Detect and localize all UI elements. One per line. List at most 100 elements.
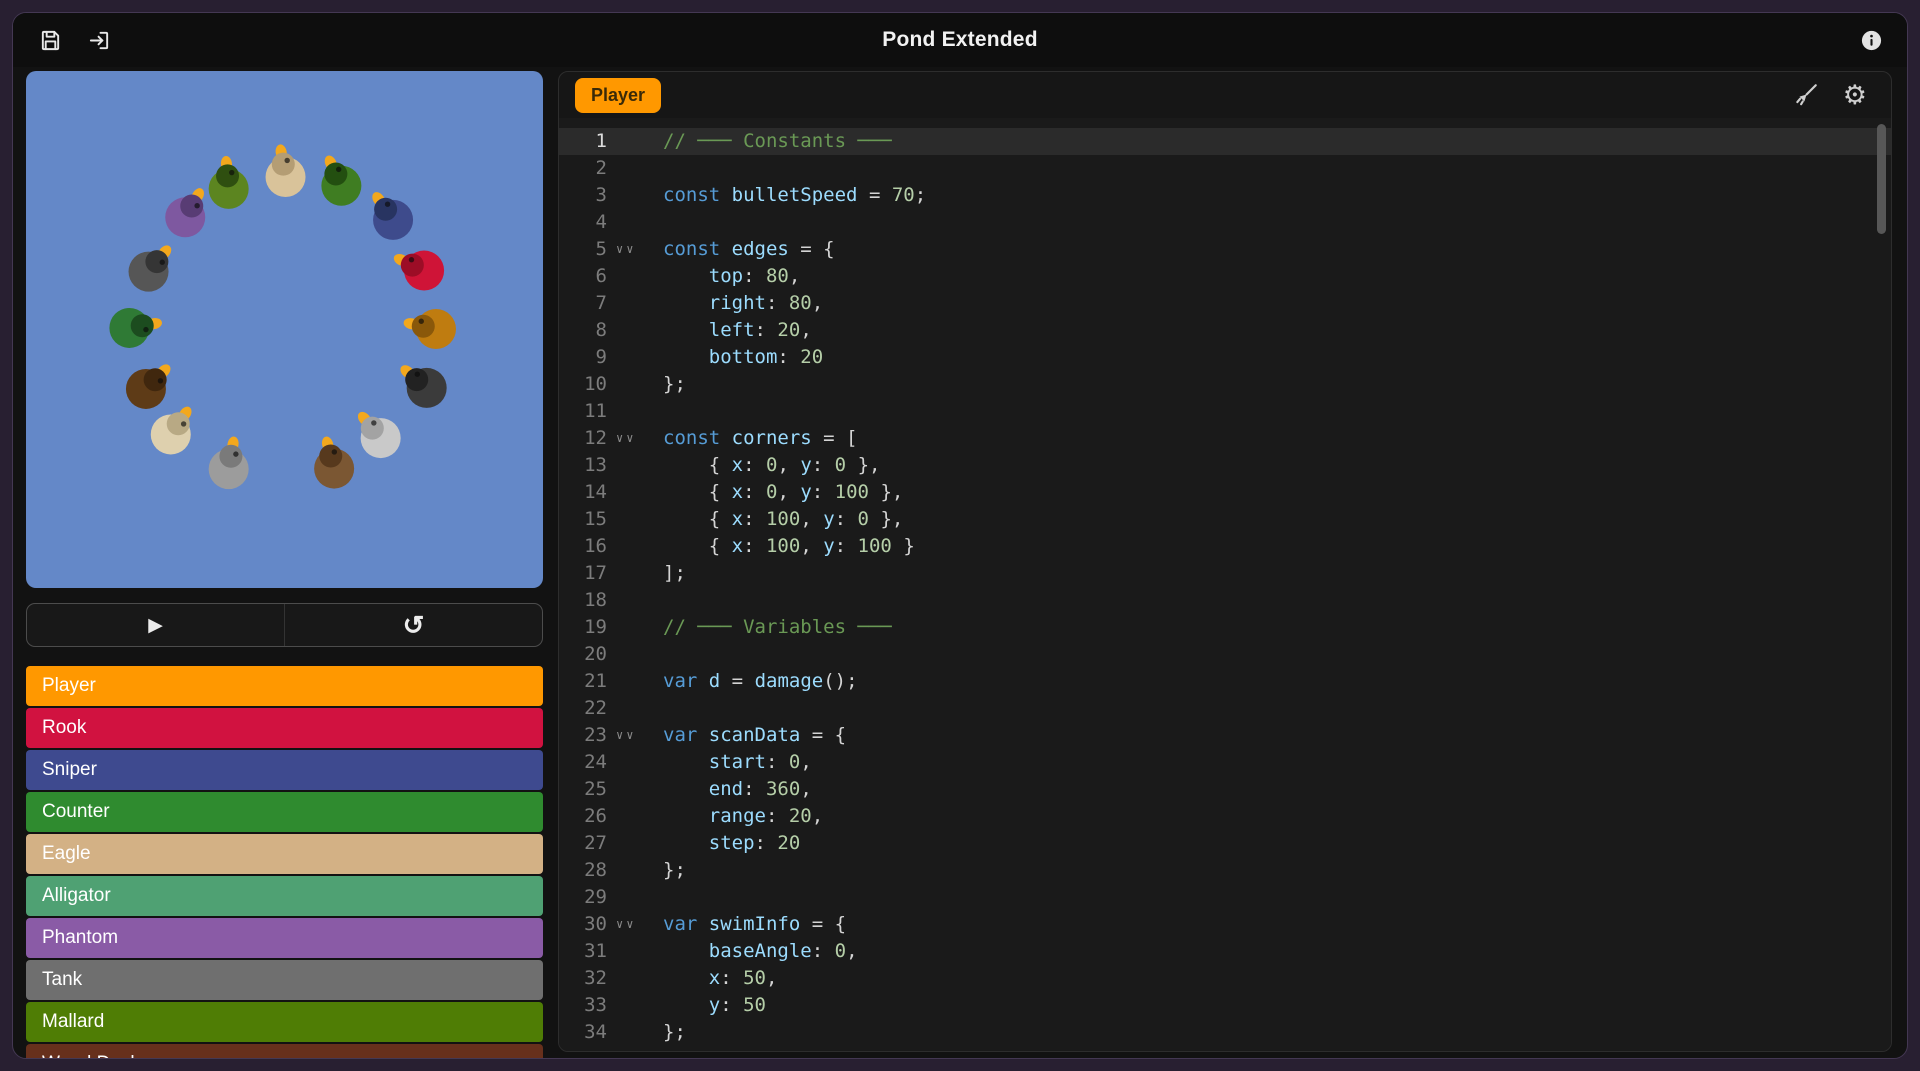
code-line[interactable]: 23 ∨∨ var scanData = {: [559, 722, 1891, 749]
header-right-actions: [1860, 29, 1883, 52]
player-row[interactable]: Player: [26, 666, 543, 706]
code-text: y: 50: [708, 994, 766, 1016]
player-name: Eagle: [42, 843, 91, 864]
editor-scrollbar-thumb[interactable]: [1877, 124, 1886, 234]
line-number: 28: [584, 859, 607, 881]
code-line[interactable]: 4: [559, 209, 1891, 236]
player-name: Player: [42, 675, 96, 696]
code-line[interactable]: 30 ∨∨ var swimInfo = {: [559, 911, 1891, 938]
player-row[interactable]: Counter: [26, 792, 543, 832]
player-row[interactable]: Sniper: [26, 750, 543, 790]
code-line[interactable]: 28};: [559, 857, 1891, 884]
fold-gutter-spacer: [607, 992, 663, 1019]
fold-chevron-icon[interactable]: ∨∨: [607, 425, 663, 452]
code-line[interactable]: 25 end: 360,: [559, 776, 1891, 803]
play-button[interactable]: ▶: [27, 604, 284, 646]
code-text: { x: 100, y: 100 }: [663, 535, 915, 557]
player-row[interactable]: Mallard: [26, 1002, 543, 1042]
pond-svg: [26, 71, 543, 588]
fold-gutter-spacer: [607, 290, 663, 317]
format-button[interactable]: [1793, 82, 1819, 108]
code-line[interactable]: 2: [559, 155, 1891, 182]
player-list: Player Rook Sniper Counter Eagle Alligator Pha…: [26, 666, 543, 1058]
code-line[interactable]: 8 left: 20,: [559, 317, 1891, 344]
code-line[interactable]: 11: [559, 398, 1891, 425]
code-line[interactable]: 18: [559, 587, 1891, 614]
settings-button[interactable]: ⚙: [1842, 79, 1867, 110]
code-line[interactable]: 27 step: 20: [559, 830, 1891, 857]
code-line[interactable]: 7 right: 80,: [559, 290, 1891, 317]
line-number: 27: [584, 832, 607, 854]
line-number: 9: [595, 346, 607, 368]
code-text: right: 80,: [708, 292, 824, 314]
code-line[interactable]: 16 { x: 100, y: 100 }: [559, 533, 1891, 560]
line-number: 15: [584, 508, 607, 530]
fold-gutter-spacer: [607, 614, 663, 641]
line-number: 6: [595, 265, 607, 287]
code-line[interactable]: 22: [559, 695, 1891, 722]
fold-gutter-spacer: [607, 1019, 663, 1046]
code-editor[interactable]: 1// ─── Constants ─── 2 3 const bulletSpeed…: [559, 118, 1891, 1051]
line-number: 23: [584, 724, 607, 746]
fold-gutter-spacer: [607, 803, 663, 830]
app-window: Pond Extended ▶ ↺ Player Rook Sniper Counte…: [12, 12, 1908, 1059]
fold-chevron-icon[interactable]: ∨∨: [607, 722, 663, 749]
reset-button[interactable]: ↺: [284, 604, 542, 646]
code-line[interactable]: 9 bottom: 20: [559, 344, 1891, 371]
fold-gutter-spacer: [607, 938, 663, 965]
code-line[interactable]: 31 baseAngle: 0,: [559, 938, 1891, 965]
gear-icon: ⚙: [1842, 79, 1867, 110]
save-button[interactable]: [39, 29, 62, 52]
code-line[interactable]: 6 top: 80,: [559, 263, 1891, 290]
code-text: const corners = [: [663, 427, 858, 449]
playback-controls: ▶ ↺: [26, 603, 543, 647]
code-line[interactable]: 32 x: 50,: [559, 965, 1891, 992]
code-line[interactable]: 13 { x: 0, y: 0 },: [559, 452, 1891, 479]
code-text: step: 20: [708, 832, 801, 854]
code-line[interactable]: 34};: [559, 1019, 1891, 1046]
player-row[interactable]: Alligator: [26, 876, 543, 916]
info-button[interactable]: [1860, 29, 1883, 52]
code-line[interactable]: 10};: [559, 371, 1891, 398]
player-name: Wood Duck: [42, 1053, 140, 1058]
player-row[interactable]: Tank: [26, 960, 543, 1000]
player-row[interactable]: Eagle: [26, 834, 543, 874]
code-text: // ─── Constants ───: [663, 130, 892, 152]
code-text: // ─── Variables ───: [663, 616, 892, 638]
fold-chevron-icon[interactable]: ∨∨: [607, 236, 663, 263]
fold-gutter-spacer: [607, 641, 663, 668]
player-name: Alligator: [42, 885, 111, 906]
code-line[interactable]: 21 var d = damage();: [559, 668, 1891, 695]
code-line[interactable]: 29: [559, 884, 1891, 911]
line-number: 24: [584, 751, 607, 773]
player-row[interactable]: Rook: [26, 708, 543, 748]
code-line[interactable]: 19 // ─── Variables ───: [559, 614, 1891, 641]
code-text: end: 360,: [708, 778, 812, 800]
code-line[interactable]: 14 { x: 0, y: 100 },: [559, 479, 1891, 506]
import-button[interactable]: [88, 29, 111, 52]
code-line[interactable]: 12 ∨∨ const corners = [: [559, 425, 1891, 452]
code-area: 1// ─── Constants ─── 2 3 const bulletSpeed…: [559, 128, 1891, 1046]
line-number: 18: [584, 589, 607, 611]
player-row[interactable]: Phantom: [26, 918, 543, 958]
code-line[interactable]: 20: [559, 641, 1891, 668]
code-line[interactable]: 17];: [559, 560, 1891, 587]
player-row[interactable]: Wood Duck: [26, 1044, 543, 1058]
code-line[interactable]: 33 y: 50: [559, 992, 1891, 1019]
code-line[interactable]: 24 start: 0,: [559, 749, 1891, 776]
code-line[interactable]: 15 { x: 100, y: 0 },: [559, 506, 1891, 533]
code-line[interactable]: 26 range: 20,: [559, 803, 1891, 830]
fold-gutter-spacer: [607, 749, 663, 776]
fold-gutter-spacer: [607, 668, 663, 695]
code-line[interactable]: 1 // ─── Constants ───: [559, 128, 1891, 155]
fold-chevron-icon[interactable]: ∨∨: [607, 911, 663, 938]
fold-gutter-spacer: [607, 857, 663, 884]
import-icon: [89, 31, 109, 49]
tab-player[interactable]: Player: [575, 77, 662, 113]
code-line[interactable]: 5 ∨∨ const edges = {: [559, 236, 1891, 263]
code-text: ];: [663, 562, 686, 584]
code-line[interactable]: 3 const bulletSpeed = 70;: [559, 182, 1891, 209]
line-number: 7: [595, 292, 607, 314]
